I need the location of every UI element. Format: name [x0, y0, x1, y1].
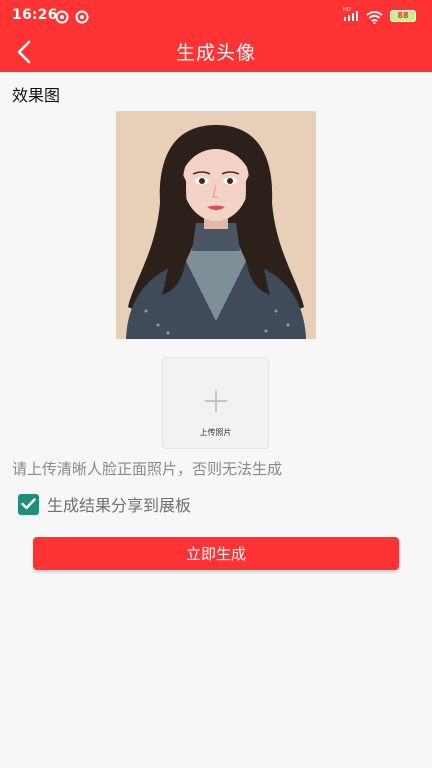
upload-hint-text: 请上传清晰人脸正面照片，否则无法生成: [12, 460, 283, 478]
share-option-label: 生成结果分享到展板: [47, 496, 192, 515]
status-bar: 16:26 HD 88: [0, 0, 432, 32]
notification-icon: [75, 9, 89, 28]
notification-icon: [55, 9, 69, 28]
share-option[interactable]: 生成结果分享到展板: [18, 492, 191, 516]
checkmark-icon: [21, 498, 36, 510]
result-preview-image: [116, 111, 316, 339]
app-header: 16:26 HD 88 生成头像: [0, 0, 432, 72]
cellular-signal-icon: HD: [343, 6, 359, 26]
page-title: 生成头像: [175, 42, 256, 64]
share-checkbox[interactable]: [18, 493, 39, 515]
wifi-icon: [366, 9, 383, 28]
upload-photo-label: 上传照片: [199, 428, 232, 437]
svg-text:HD: HD: [343, 7, 351, 13]
generate-now-button[interactable]: 立即生成: [33, 537, 399, 570]
battery-icon: 88: [390, 10, 416, 22]
status-time: 16:26: [12, 7, 58, 23]
section-label: 效果图: [12, 86, 61, 105]
plus-icon: [204, 389, 228, 417]
upload-photo-button[interactable]: 上传照片: [162, 357, 269, 449]
